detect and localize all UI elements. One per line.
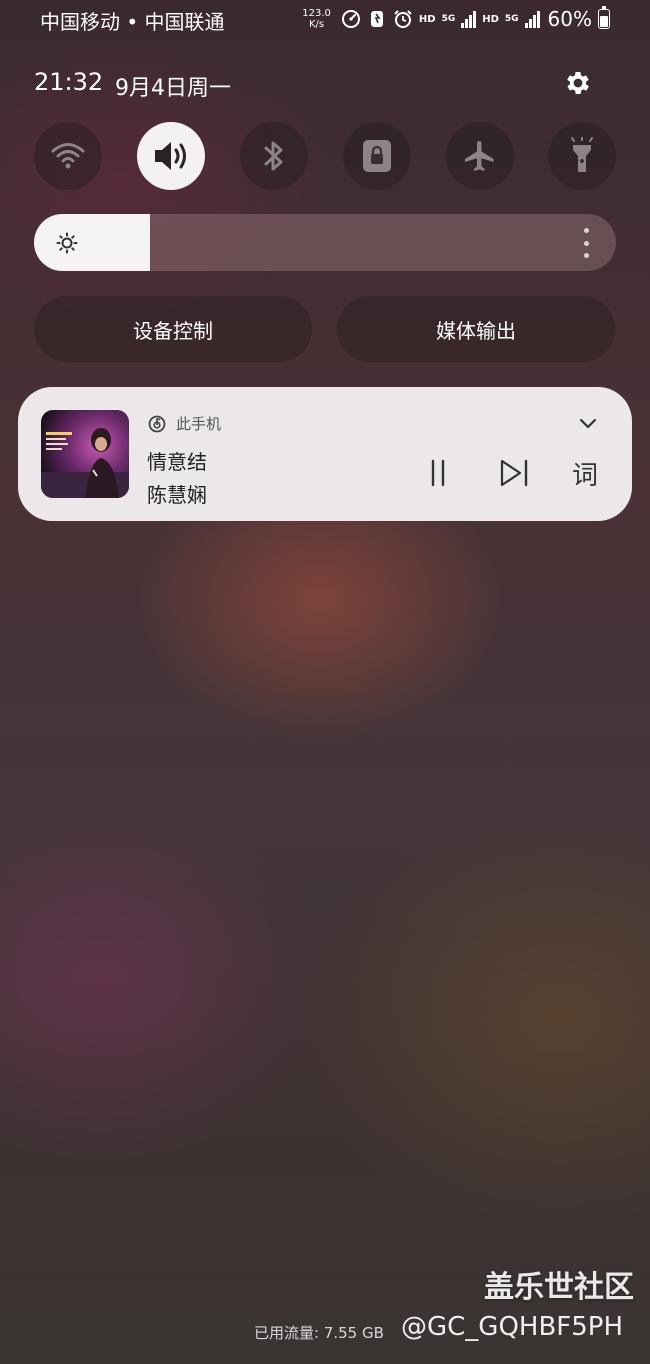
- bluetooth-toggle[interactable]: [240, 122, 308, 190]
- network-speed-unit: K/s: [309, 19, 325, 30]
- sound-icon: [155, 142, 186, 170]
- media-player-card[interactable]: 此手机 情意结 陈慧娴 词: [18, 387, 632, 521]
- signal-strength-icon-2: [524, 10, 540, 28]
- lyrics-button[interactable]: 词: [572, 455, 598, 492]
- gear-icon: [567, 72, 589, 94]
- app-notification-icon: [367, 9, 387, 29]
- brightness-level: [34, 214, 151, 271]
- media-source-label: 此手机: [176, 415, 222, 433]
- flashlight-icon: [571, 137, 593, 172]
- network-type-badge-2: 5G: [504, 13, 519, 24]
- network-type-badge: 5G: [441, 13, 456, 24]
- media-output-button[interactable]: 媒体输出: [337, 296, 615, 362]
- artist-name: 陈慧娴: [147, 483, 207, 507]
- chevron-down-icon: [579, 418, 597, 429]
- battery-percent: 60%: [547, 7, 592, 31]
- media-source: 此手机: [148, 413, 221, 434]
- wifi-toggle[interactable]: [34, 122, 102, 190]
- watermark-text: 盖乐世社区: [484, 1270, 634, 1305]
- pause-button[interactable]: [420, 455, 456, 491]
- flashlight-toggle[interactable]: [548, 122, 616, 190]
- carrier-label: 中国移动 • 中国联通: [40, 10, 225, 34]
- clock: 21:32: [34, 68, 104, 96]
- status-icons: 123.0 K/s HD 5G HD 5G 60%: [302, 6, 610, 32]
- airplane-icon: [465, 141, 494, 171]
- signal-strength-icon: [461, 10, 477, 28]
- network-speed: 123.0 K/s: [302, 8, 331, 30]
- more-options-icon[interactable]: [582, 228, 590, 258]
- next-track-button[interactable]: [496, 455, 532, 491]
- settings-button[interactable]: [561, 66, 595, 100]
- hd-voice-badge: HD: [418, 13, 436, 25]
- expand-button[interactable]: [575, 411, 601, 437]
- rotation-lock-icon: [363, 140, 391, 172]
- user-tag: @GC_GQHBF5PH: [401, 1312, 624, 1342]
- brightness-slider[interactable]: [34, 214, 616, 271]
- network-speed-value: 123.0: [302, 8, 331, 19]
- hd-voice-badge-2: HD: [482, 13, 499, 25]
- album-cover[interactable]: [41, 410, 129, 498]
- rotation-lock-toggle[interactable]: [343, 122, 411, 190]
- wifi-icon: [51, 143, 85, 169]
- netease-music-icon: [148, 415, 166, 432]
- battery-icon: [598, 6, 610, 29]
- data-usage-label: 已用流量: 7.55 GB: [254, 1324, 384, 1342]
- airplane-mode-toggle[interactable]: [446, 122, 514, 190]
- alarm-icon: [393, 9, 413, 29]
- speed-gauge-icon: [341, 9, 361, 29]
- pause-icon: [431, 459, 445, 487]
- skip-next-icon: [500, 459, 528, 487]
- bluetooth-icon: [264, 141, 283, 171]
- status-bar: 中国移动 • 中国联通 123.0 K/s HD 5G HD 5G 60%: [0, 0, 650, 40]
- quick-settings-toggles: [34, 122, 616, 190]
- sound-toggle[interactable]: [137, 122, 205, 190]
- song-title: 情意结: [147, 450, 207, 474]
- device-control-button[interactable]: 设备控制: [34, 296, 312, 362]
- brightness-icon: [56, 232, 78, 254]
- date-label: 9月4日周一: [115, 76, 231, 101]
